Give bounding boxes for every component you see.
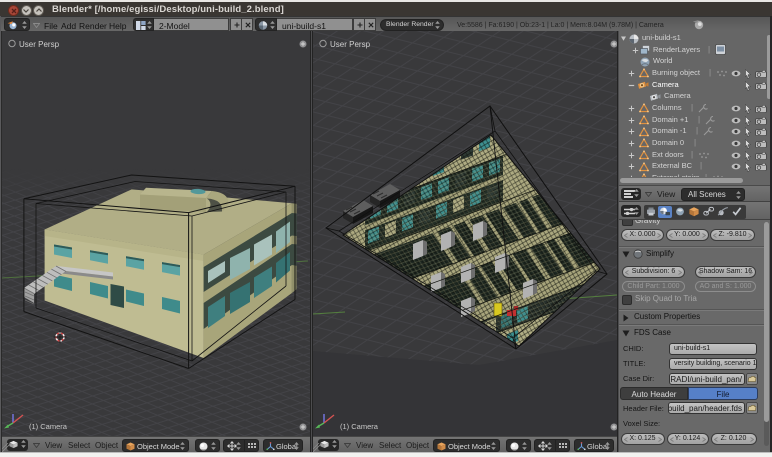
svg-text:(1) Camera: (1) Camera (29, 422, 68, 431)
svg-text:User Persp: User Persp (19, 40, 60, 49)
svg-text:(1) Camera: (1) Camera (340, 422, 379, 431)
svg-text:User Persp: User Persp (330, 40, 371, 49)
